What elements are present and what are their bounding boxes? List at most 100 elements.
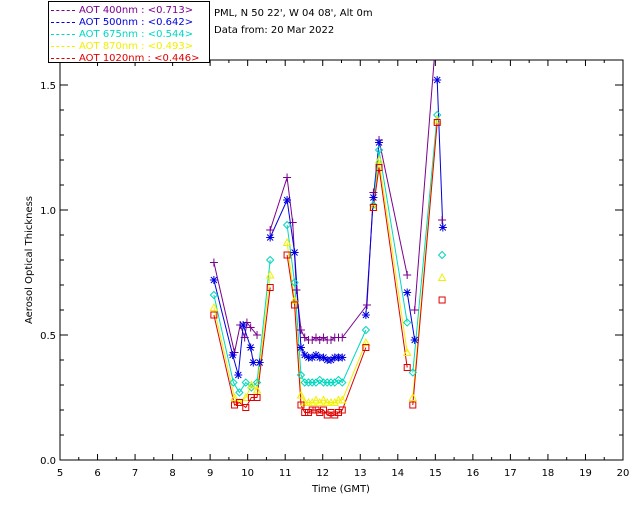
data-point [437, 272, 447, 281]
star-marker [228, 351, 237, 359]
x-tick-label: 15 [429, 468, 442, 479]
x-tick-label: 9 [207, 468, 213, 479]
data-point [290, 248, 299, 257]
y-tick-label: 0.0 [40, 456, 56, 467]
x-tick-label: 17 [504, 468, 517, 479]
legend-label: AOT 400nm : <0.713> [79, 4, 194, 16]
data-point [433, 76, 442, 84]
y-tick-label: 0.5 [40, 331, 56, 342]
plus-marker [410, 306, 419, 314]
data-point [438, 296, 446, 304]
y-tick-label: 1.0 [40, 206, 56, 217]
y-tick-label: 1.5 [40, 81, 56, 92]
star-marker [239, 321, 248, 329]
legend-item-675nm: AOT 675nm : <0.544> [51, 28, 193, 40]
series-line [286, 254, 367, 416]
star-marker [283, 196, 292, 204]
plus-marker [283, 173, 292, 182]
star-marker [209, 276, 218, 284]
data-point [209, 290, 219, 300]
data-point [437, 250, 447, 260]
x-tick-label: 20 [617, 468, 630, 479]
star-marker [266, 233, 275, 242]
star-marker [369, 193, 378, 202]
data-point [403, 271, 412, 279]
data-point [255, 358, 264, 367]
star-marker [246, 343, 255, 352]
star-marker [438, 223, 447, 232]
plus-marker [363, 301, 372, 309]
aot-chart: 5 6 7 8 9 10 11 12 13 14 15 16 17 18 19 200.00.51.01.5 … [24, 31, 629, 495]
series-line [412, 114, 438, 373]
legend-item-870nm: AOT 870nm : <0.493> [51, 40, 193, 52]
x-axis-label: Time (GMT) [311, 484, 370, 495]
site-info: PML, N 50 22', W 04 08', Alt 0m [214, 8, 373, 19]
star-marker [255, 358, 264, 367]
data-point [403, 288, 412, 297]
legend-swatch [51, 57, 75, 59]
x-tick-label: 6 [94, 468, 100, 479]
data-point [375, 138, 384, 147]
data-point [209, 258, 218, 267]
x-tick-label: 16 [466, 468, 479, 479]
plus-marker [266, 226, 275, 234]
star-marker [296, 343, 305, 352]
data-point [234, 371, 243, 379]
data-point [438, 216, 447, 224]
tick-labels: 5 6 7 8 9 10 11 12 13 14 15 16 17 18 19 20 0.0 0.5 1.0 1.5 [40, 81, 629, 479]
data-point [266, 233, 275, 242]
plus-marker [438, 216, 447, 224]
legend-swatch [51, 45, 75, 47]
x-tick-label: 7 [132, 468, 138, 479]
series-line [436, 79, 444, 228]
diamond-marker [437, 250, 447, 260]
data-point [239, 321, 248, 329]
x-tick-label: 18 [542, 468, 555, 479]
data-point [432, 31, 440, 39]
x-tick-label: 19 [579, 468, 592, 479]
data-point [266, 226, 275, 234]
series-line [412, 122, 438, 406]
data-point [209, 276, 218, 284]
series-line [269, 177, 339, 341]
legend-label: AOT 1020nm : <0.446> [79, 52, 200, 64]
star-marker [433, 76, 442, 84]
legend-item-1020nm: AOT 1020nm : <0.446> [51, 52, 199, 64]
data-point [228, 351, 237, 359]
x-tick-label: 10 [241, 468, 254, 479]
series-line [372, 167, 408, 368]
data-point [283, 173, 292, 182]
star-marker [361, 311, 370, 319]
triangle-marker [437, 272, 447, 281]
legend-swatch [51, 21, 75, 23]
x-tick-label: 8 [169, 468, 175, 479]
legend: AOT 400nm : <0.713> AOT 500nm : <0.642> … [48, 1, 210, 64]
data-point [369, 193, 378, 202]
x-tick-label: 5 [57, 468, 63, 479]
star-marker [234, 371, 243, 379]
plus-marker [209, 258, 218, 267]
legend-swatch [51, 33, 75, 35]
star-marker [375, 138, 384, 147]
plus-marker [403, 271, 412, 279]
data-point [283, 196, 292, 204]
plus-marker [432, 31, 440, 39]
data-point [410, 336, 419, 344]
legend-label: AOT 500nm : <0.642> [79, 16, 194, 28]
diamond-marker [209, 290, 219, 300]
data-point [410, 306, 419, 314]
series-markers [209, 31, 447, 419]
square-marker [438, 296, 446, 304]
data-point [246, 343, 255, 352]
x-tick-label: 14 [391, 468, 404, 479]
star-marker [338, 353, 347, 362]
x-tick-label: 13 [354, 468, 367, 479]
date-info: Data from: 20 Mar 2022 [214, 25, 335, 36]
y-axis-label: Aerosol Optical Thickness [24, 196, 35, 324]
legend-swatch [51, 9, 75, 11]
series-line [372, 159, 408, 353]
star-marker [290, 248, 299, 257]
legend-label: AOT 675nm : <0.544> [79, 28, 194, 40]
data-point [338, 353, 347, 362]
data-point [296, 343, 305, 352]
